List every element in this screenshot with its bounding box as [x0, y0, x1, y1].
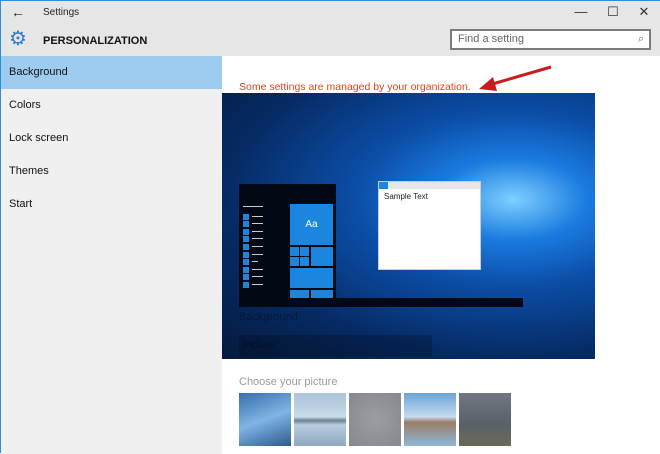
search-placeholder: Find a setting — [458, 33, 525, 45]
thumbnail-night-sky[interactable] — [459, 393, 511, 446]
thumbnail-windows[interactable] — [239, 393, 291, 446]
faded-background-heading: Background — [239, 311, 298, 323]
preview-tile: Aa — [290, 204, 333, 245]
page-title: PERSONALIZATION — [43, 35, 148, 47]
header: ⚙ PERSONALIZATION Find a setting ⌕ — [1, 25, 660, 56]
window-title: Settings — [43, 7, 80, 18]
maximize-button[interactable]: ☐ — [598, 4, 628, 20]
sidebar-item-background[interactable]: Background — [1, 56, 222, 89]
thumbnail-gray[interactable] — [349, 393, 401, 446]
managed-warning: Some settings are managed by your organi… — [239, 81, 471, 93]
sidebar-item-themes[interactable]: Themes — [1, 155, 222, 188]
title-bar: ← Settings — ☐ ✕ — [1, 1, 660, 25]
sidebar-item-colors[interactable]: Colors — [1, 89, 222, 122]
preview-start-menu: Aa — [239, 184, 336, 307]
close-button[interactable]: ✕ — [629, 4, 659, 20]
sidebar-item-lock-screen[interactable]: Lock screen — [1, 122, 222, 155]
red-arrow-annotation — [479, 65, 552, 91]
choose-picture-label: Choose your picture — [239, 376, 338, 388]
sample-text: Sample Text — [384, 192, 428, 201]
gear-icon: ⚙ — [9, 28, 27, 50]
thumbnail-beach[interactable] — [404, 393, 456, 446]
content: Some settings are managed by your organi… — [222, 56, 660, 454]
search-icon[interactable]: ⌕ — [638, 33, 644, 46]
back-button[interactable]: ← — [11, 4, 25, 20]
picture-thumbnails — [239, 393, 511, 446]
faded-dropdown: Picture — [239, 335, 432, 357]
preview-window: Sample Text — [378, 181, 481, 270]
minimize-button[interactable]: — — [566, 4, 596, 19]
background-preview: Aa Sample Text Background Picture — [222, 93, 595, 359]
sidebar: Background Colors Lock screen Themes Sta… — [1, 56, 222, 454]
thumbnail-lake[interactable] — [294, 393, 346, 446]
search-input[interactable]: Find a setting ⌕ — [450, 29, 651, 50]
sidebar-item-start[interactable]: Start — [1, 188, 222, 221]
